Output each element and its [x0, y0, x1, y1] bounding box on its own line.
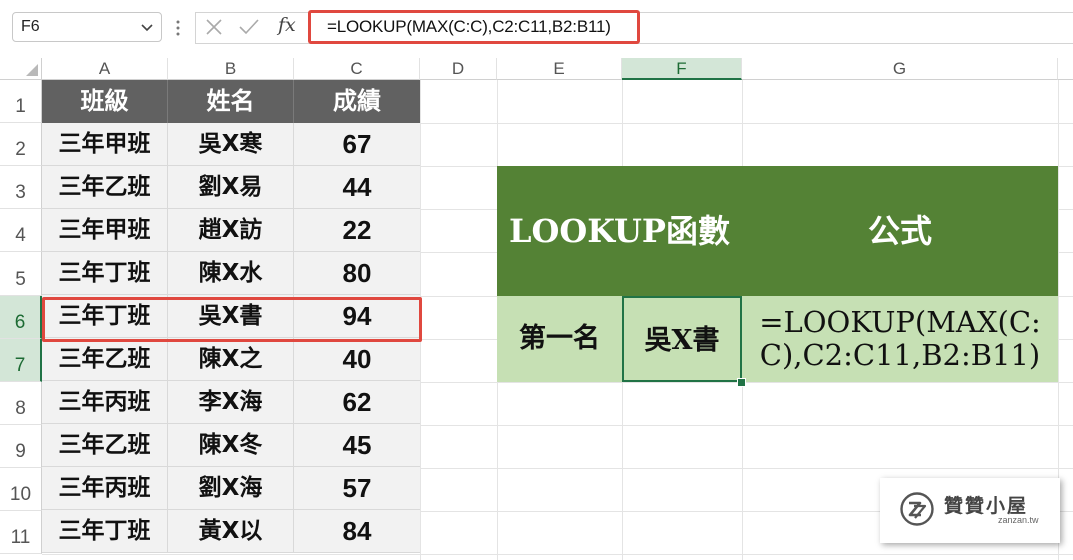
table-cell-name[interactable]: 李X海 — [168, 381, 294, 424]
table-cell-name[interactable]: 黃X以 — [168, 510, 294, 553]
table-cell-class[interactable]: 三年丁班 — [42, 510, 168, 553]
table-cell-class[interactable]: 三年丙班 — [42, 381, 168, 424]
check-icon[interactable] — [238, 18, 260, 36]
table-cell-name[interactable]: 劉X海 — [168, 467, 294, 510]
result-header-lookup[interactable]: LOOKUP函數 — [497, 166, 742, 296]
table-cell-class[interactable]: 三年丙班 — [42, 467, 168, 510]
table-cell-score[interactable]: 67 — [294, 123, 420, 166]
table-cell-class[interactable]: 三年乙班 — [42, 424, 168, 467]
row-header-8[interactable]: 8 — [0, 382, 42, 425]
row-header-9[interactable]: 9 — [0, 425, 42, 468]
chevron-down-icon[interactable] — [137, 16, 157, 38]
table-cell-score[interactable]: 40 — [294, 338, 420, 381]
result-value-cell[interactable]: 吳X書 — [622, 296, 742, 382]
table-cell-name[interactable]: 劉X易 — [168, 166, 294, 209]
column-header-g[interactable]: G — [742, 58, 1058, 80]
table-row: 三年乙班 陳X冬 45 — [42, 424, 420, 467]
row-header-11[interactable]: 11 — [0, 511, 42, 554]
column-header-h[interactable] — [1058, 58, 1073, 80]
select-all-button[interactable] — [0, 58, 42, 80]
table-cell-score[interactable]: 57 — [294, 467, 420, 510]
table-cell-name[interactable]: 吳X寒 — [168, 123, 294, 166]
table-cell-score[interactable]: 44 — [294, 166, 420, 209]
cancel-icon[interactable] — [205, 18, 223, 36]
table-cell-class[interactable]: 三年丁班 — [42, 252, 168, 295]
row-header-5[interactable]: 5 — [0, 252, 42, 296]
table-cell-class[interactable]: 三年甲班 — [42, 123, 168, 166]
result-body-row: 第一名 吳X書 =LOOKUP(MAX(C: C),C2:C11,B2:B11) — [497, 296, 1058, 382]
table-header-row: 班級 姓名 成績 — [42, 80, 420, 123]
column-header-f[interactable]: F — [622, 58, 742, 80]
table-cell-score[interactable]: 80 — [294, 252, 420, 295]
formula-highlight: =LOOKUP(MAX(C:C),C2:C11,B2:B11) — [308, 10, 640, 44]
table-cell-class[interactable]: 三年乙班 — [42, 166, 168, 209]
table-row: 三年丙班 劉X海 57 — [42, 467, 420, 510]
table-cell-score[interactable]: 84 — [294, 510, 420, 553]
name-box[interactable]: F6 — [12, 12, 162, 42]
column-header-a[interactable]: A — [42, 58, 168, 80]
row-header-7[interactable]: 7 — [0, 339, 42, 382]
table-row: 三年丙班 李X海 62 — [42, 381, 420, 424]
table-row: 三年甲班 吳X寒 67 — [42, 123, 420, 166]
table-cell-name[interactable]: 陳X冬 — [168, 424, 294, 467]
insert-function-icon[interactable]: fx — [278, 14, 296, 36]
result-formula-line-1: =LOOKUP(MAX(C: — [759, 305, 1041, 339]
formula-bar: F6 fx =LOOKUP(MAX(C:C),C2:C11,B2:B11) — [0, 0, 1073, 58]
formula-text[interactable]: =LOOKUP(MAX(C:C),C2:C11,B2:B11) — [327, 17, 611, 37]
zanzan-logo: 贊贊小屋 zanzan.tw — [880, 478, 1060, 543]
result-label-cell[interactable]: 第一名 — [497, 296, 622, 382]
row-header-2[interactable]: 2 — [0, 123, 42, 166]
result-header-row: LOOKUP函數 公式 — [497, 166, 1058, 296]
row-header-1[interactable]: 1 — [0, 80, 42, 123]
fill-handle[interactable] — [737, 378, 746, 387]
row-header-4[interactable]: 4 — [0, 209, 42, 252]
table-cell-class[interactable]: 三年甲班 — [42, 209, 168, 252]
table-cell-class[interactable]: 三年乙班 — [42, 338, 168, 381]
table-row: 三年丁班 陳X水 80 — [42, 252, 420, 295]
table-row: 三年乙班 陳X之 40 — [42, 338, 420, 381]
table-cell-score[interactable]: 62 — [294, 381, 420, 424]
table-row: 三年丁班 黃X以 84 — [42, 510, 420, 553]
result-header-formula[interactable]: 公式 — [742, 166, 1058, 296]
table-header-class[interactable]: 班級 — [42, 80, 168, 123]
table-row: 三年乙班 劉X易 44 — [42, 166, 420, 209]
result-formula-cell[interactable]: =LOOKUP(MAX(C: C),C2:C11,B2:B11) — [742, 296, 1058, 382]
table-cell-score[interactable]: 45 — [294, 424, 420, 467]
column-header-c[interactable]: C — [294, 58, 420, 80]
column-header-d[interactable]: D — [420, 58, 497, 80]
table-cell-name[interactable]: 趙X訪 — [168, 209, 294, 252]
row-header-10[interactable]: 10 — [0, 468, 42, 511]
logo-title: 贊贊小屋 — [944, 495, 1029, 517]
table-cell-name[interactable]: 陳X之 — [168, 338, 294, 381]
zanzan-logo-icon — [900, 492, 934, 526]
column-header-b[interactable]: B — [168, 58, 294, 80]
row-header-3[interactable]: 3 — [0, 166, 42, 209]
table-row: 三年甲班 趙X訪 22 — [42, 209, 420, 252]
row-header-6[interactable]: 6 — [0, 296, 42, 339]
logo-subtitle: zanzan.tw — [998, 515, 1039, 525]
table-header-score[interactable]: 成績 — [294, 80, 420, 123]
table-header-name[interactable]: 姓名 — [168, 80, 294, 123]
name-box-value: F6 — [21, 18, 40, 35]
table-cell-name[interactable]: 陳X水 — [168, 252, 294, 295]
more-options-icon[interactable] — [176, 19, 180, 37]
column-header-e[interactable]: E — [497, 58, 622, 80]
table-cell-score[interactable]: 22 — [294, 209, 420, 252]
highlight-row-6 — [42, 297, 422, 342]
result-formula-line-2: C),C2:C11,B2:B11) — [759, 338, 1041, 372]
